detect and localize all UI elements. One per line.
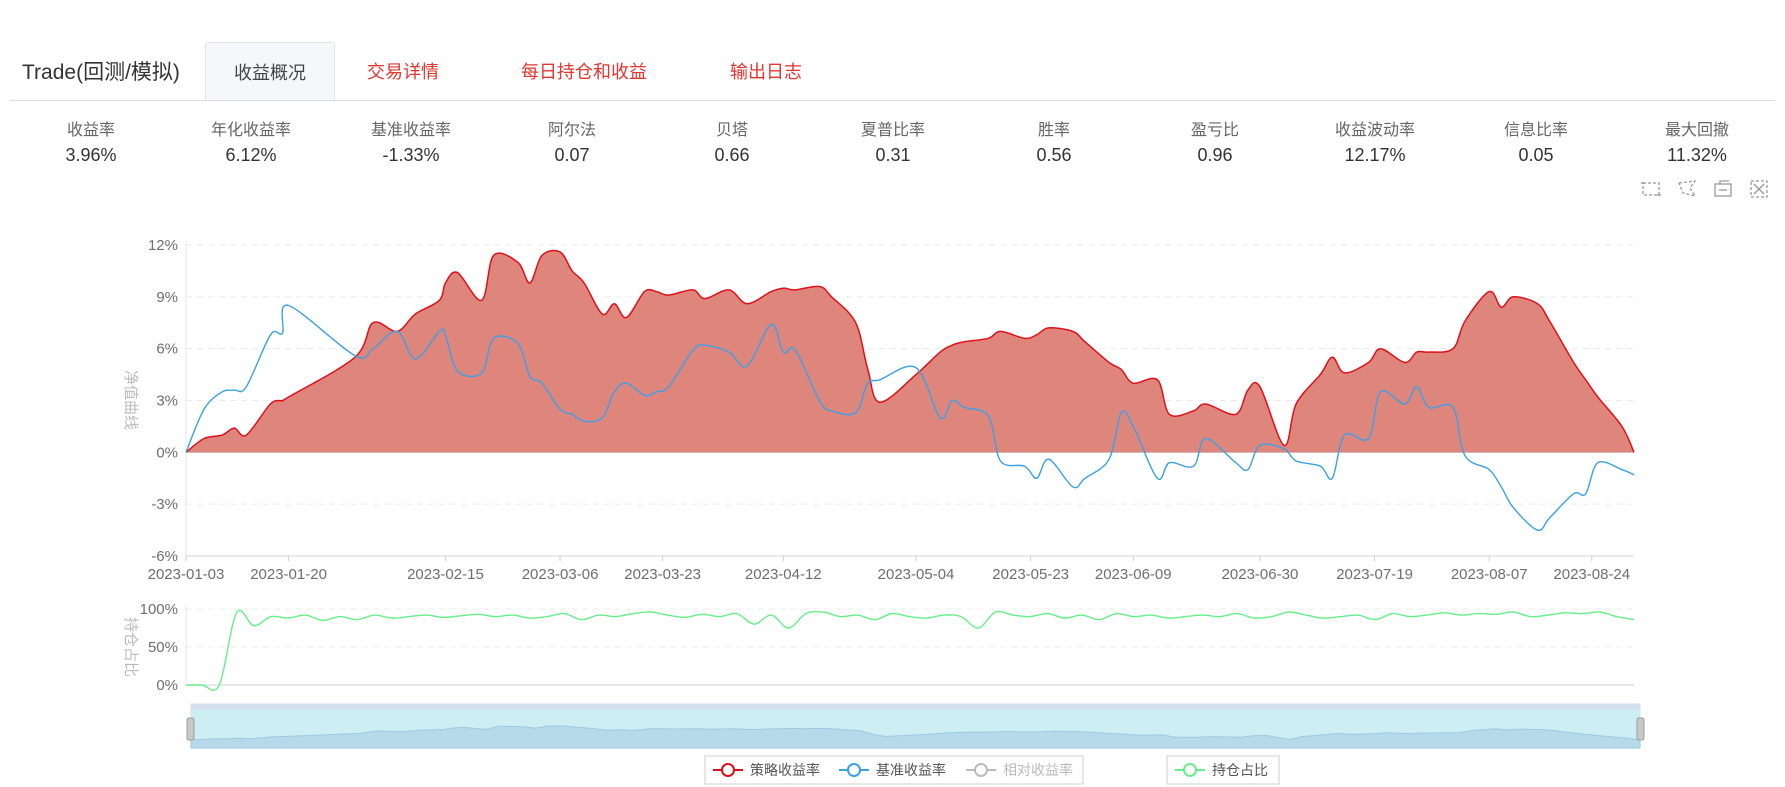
y-tick-label: 9%	[156, 289, 178, 306]
slider-handle-left	[186, 717, 195, 741]
legend-marker	[974, 763, 988, 777]
y-tick-label: 50%	[148, 639, 178, 656]
y-axis-title: 净值曲线	[122, 370, 139, 430]
y-tick-label: 0%	[156, 677, 178, 694]
legend-label: 基准收益率	[876, 762, 946, 778]
x-tick-label: 2023-02-15	[407, 566, 484, 583]
returns-chart: 12% 9% 6% 3% 0% -3% -6% 净值曲线 2023-01-03 2023-01-2…	[122, 237, 1645, 785]
x-tick-label: 2023-05-23	[992, 566, 1069, 583]
x-tick-label: 2023-05-04	[878, 566, 955, 583]
x-tick-label: 2023-07-19	[1336, 566, 1413, 583]
y-axis-title: 持仓占比	[122, 617, 139, 677]
x-tick-label: 2023-01-03	[148, 566, 225, 583]
x-tick-label: 2023-08-24	[1553, 566, 1630, 583]
main-plot: 12% 9% 6% 3% 0% -3% -6% 净值曲线 2023-01-03 2023-01-2…	[122, 237, 1635, 583]
legend-marker	[1183, 763, 1197, 777]
x-tick-label: 2023-06-09	[1095, 566, 1172, 583]
y-tick-label: 3%	[156, 393, 178, 410]
x-tick-label: 2023-08-07	[1451, 566, 1528, 583]
y-tick-label: 0%	[156, 444, 178, 461]
x-tick-label: 2023-03-23	[624, 566, 701, 583]
slider-top-bar	[191, 704, 1640, 710]
legend-label: 相对收益率	[1003, 762, 1073, 778]
legend-marker	[847, 763, 861, 777]
legend-label: 持仓占比	[1212, 762, 1268, 778]
x-tick-label: 2023-03-06	[522, 566, 599, 583]
y-tick-label: 100%	[140, 601, 178, 618]
y-tick-label: 6%	[156, 341, 178, 358]
position-plot: 100% 50% 0% 持仓占比	[122, 601, 1635, 694]
legend-marker	[721, 763, 735, 777]
x-tick-label: 2023-04-12	[745, 566, 822, 583]
y-tick-label: -3%	[151, 496, 178, 513]
legend-label: 策略收益率	[750, 762, 820, 778]
y-tick-label: 12%	[148, 237, 178, 254]
x-tick-label: 2023-01-20	[250, 566, 327, 583]
data-zoom-slider[interactable]	[186, 703, 1645, 749]
position-line	[185, 609, 1635, 691]
chart-legend: 策略收益率 基准收益率 相对收益率 持仓占比	[704, 755, 1280, 785]
y-tick-label: -6%	[151, 548, 178, 565]
x-tick-label: 2023-06-30	[1222, 566, 1299, 583]
slider-handle-right	[1636, 717, 1645, 741]
